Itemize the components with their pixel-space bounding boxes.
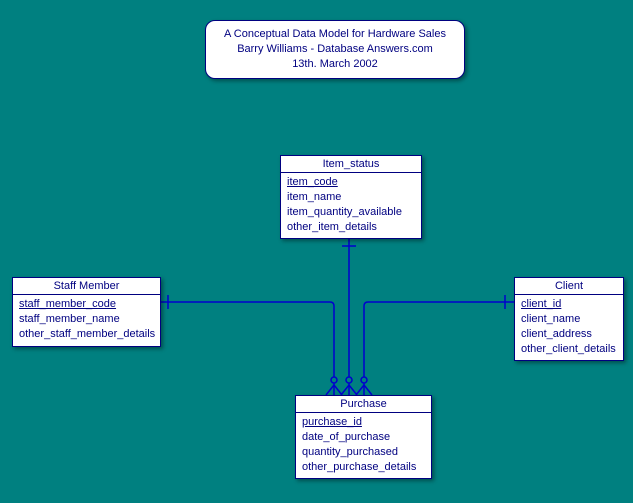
entity-client: Client client_id client_name client_addr…: [514, 277, 624, 361]
attr: staff_member_name: [19, 312, 154, 327]
entity-body: staff_member_code staff_member_name othe…: [13, 295, 160, 346]
title-line-3: 13th. March 2002: [220, 57, 450, 72]
attr: other_purchase_details: [302, 460, 425, 475]
attr: client_address: [521, 327, 617, 342]
attr: other_client_details: [521, 342, 617, 357]
attr: client_name: [521, 312, 617, 327]
entity-purchase: Purchase purchase_id date_of_purchase qu…: [295, 395, 432, 479]
attr: quantity_purchased: [302, 445, 425, 460]
attr-pk: staff_member_code: [19, 297, 154, 312]
title-line-1: A Conceptual Data Model for Hardware Sal…: [220, 27, 450, 42]
entity-body: client_id client_name client_address oth…: [515, 295, 623, 360]
attr: item_quantity_available: [287, 205, 415, 220]
attr: other_item_details: [287, 220, 415, 235]
attr: date_of_purchase: [302, 430, 425, 445]
entity-header: Client: [515, 278, 623, 295]
entity-item-status: Item_status item_code item_name item_qua…: [280, 155, 422, 239]
entity-body: purchase_id date_of_purchase quantity_pu…: [296, 413, 431, 478]
diagram-title: A Conceptual Data Model for Hardware Sal…: [205, 20, 465, 79]
entity-staff-member: Staff Member staff_member_code staff_mem…: [12, 277, 161, 347]
entity-header: Staff Member: [13, 278, 160, 295]
entity-body: item_code item_name item_quantity_availa…: [281, 173, 421, 238]
attr: item_name: [287, 190, 415, 205]
attr-pk: item_code: [287, 175, 415, 190]
attr-pk: purchase_id: [302, 415, 425, 430]
entity-header: Item_status: [281, 156, 421, 173]
attr-pk: client_id: [521, 297, 617, 312]
entity-header: Purchase: [296, 396, 431, 413]
attr: other_staff_member_details: [19, 327, 154, 342]
title-line-2: Barry Williams - Database Answers.com: [220, 42, 450, 57]
